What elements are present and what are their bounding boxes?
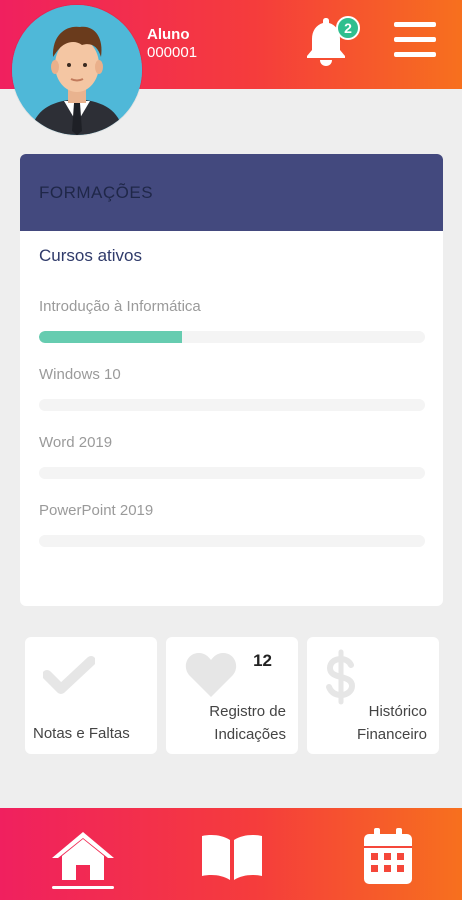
calendar-icon (364, 828, 412, 884)
course-name: Introdução à Informática (39, 298, 201, 315)
financial-label-line2: Financeiro (356, 726, 427, 743)
course-progress-track (39, 399, 425, 411)
nav-home[interactable] (50, 830, 116, 887)
course-progress-fill (39, 331, 182, 343)
menu-icon-line (394, 37, 436, 42)
course-item[interactable]: Word 2019 (39, 434, 425, 479)
financial-label: Histórico Financeiro (357, 700, 427, 746)
nav-calendar[interactable] (362, 828, 414, 891)
heart-icon (185, 652, 237, 697)
menu-button[interactable] (394, 22, 438, 62)
course-progress-track (39, 535, 425, 547)
user-id: 000001 (147, 44, 198, 61)
course-name: Word 2019 (39, 434, 113, 451)
check-icon (43, 656, 95, 694)
course-item[interactable]: Introdução à Informática (39, 298, 425, 343)
grades-tile[interactable]: Notas e Faltas (25, 637, 157, 754)
financial-tile[interactable]: Histórico Financeiro (307, 637, 439, 754)
course-name: Windows 10 (39, 366, 121, 383)
referrals-tile[interactable]: 12 Registro de Indicações (166, 637, 298, 754)
referrals-count: 12 (253, 651, 272, 670)
referrals-label-line2: Indicações (214, 726, 286, 743)
nav-courses[interactable] (200, 832, 264, 887)
course-progress-track (39, 331, 425, 343)
courses-card: FORMAÇÕES Cursos ativos Introdução à Inf… (20, 154, 443, 606)
notification-badge: 2 (336, 16, 360, 40)
referrals-label: Registro de Indicações (209, 700, 286, 746)
financial-label-line1: Histórico (368, 703, 427, 720)
dollar-icon (326, 649, 356, 705)
menu-icon-line (394, 52, 436, 57)
card-title: FORMAÇÕES (20, 154, 443, 231)
grades-label: Notas e Faltas (33, 725, 130, 742)
avatar-image (12, 5, 142, 135)
course-name: PowerPoint 2019 (39, 502, 154, 519)
avatar[interactable] (12, 5, 142, 135)
course-progress-track (39, 467, 425, 479)
referrals-label-line1: Registro de (209, 703, 286, 720)
menu-icon-line (394, 22, 436, 27)
active-courses-heading: Cursos ativos (39, 246, 142, 265)
course-item[interactable]: Windows 10 (39, 366, 425, 411)
home-icon (52, 832, 114, 880)
book-icon (202, 835, 262, 880)
active-tab-indicator (52, 886, 114, 889)
user-role: Aluno (147, 26, 190, 43)
course-item[interactable]: PowerPoint 2019 (39, 502, 425, 547)
